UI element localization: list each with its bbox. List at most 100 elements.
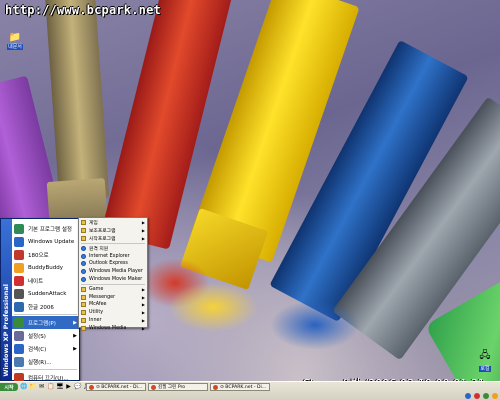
desktop-icon-label: 로컬 xyxy=(479,366,491,372)
system-tray xyxy=(465,392,498,400)
programs-menu-item[interactable]: Messenger ▶ xyxy=(79,293,147,301)
taskbar-window-button[interactable]: ⊙ BCPARK.net - Di... xyxy=(210,383,270,391)
start-menu-banner: Windows XP Professional xyxy=(1,219,12,380)
programs-menu-item-label: Windows Movie Maker xyxy=(89,276,143,282)
taskbar-window-label: ⊙ BCPARK.net - Di... xyxy=(220,384,267,390)
start-menu-item[interactable]: 기본 프로그램 설정 xyxy=(12,222,79,235)
quick-launch-icon[interactable]: ✉ xyxy=(38,383,45,390)
window-icon xyxy=(151,384,156,390)
run-icon xyxy=(14,356,24,367)
programs-menu-item[interactable]: Internet Explorer xyxy=(79,252,147,260)
start-menu-item[interactable]: 180으로 xyxy=(12,248,79,261)
start-menu-separator xyxy=(14,369,77,370)
start-menu-item[interactable]: 한글 2006 xyxy=(12,300,79,313)
windows-update-icon xyxy=(14,236,24,247)
desktop-icon-network[interactable]: 🖧 로컬 xyxy=(472,348,498,372)
start-menu-item[interactable]: 검색(C) ▶ xyxy=(12,342,79,355)
programs-menu-item-label: Outlook Express xyxy=(89,261,128,267)
application-icon xyxy=(81,276,86,282)
start-menu-list: 기본 프로그램 설정 Windows Update 180으로 BuddyBuddy 네… xyxy=(12,222,79,384)
start-menu-item-label: BuddyBuddy xyxy=(28,264,63,271)
desktop-icon-folder[interactable]: 📁 내문서 xyxy=(2,32,28,50)
programs-menu-item-label: McAfee xyxy=(89,302,107,308)
hangul-icon xyxy=(14,301,24,312)
chevron-right-icon: ▶ xyxy=(141,220,145,226)
tray-icon[interactable] xyxy=(492,393,498,399)
programs-menu-item[interactable]: 게임 ▶ xyxy=(79,219,147,227)
folder-icon xyxy=(81,325,86,331)
quick-launch-icon[interactable]: ▶ xyxy=(65,383,72,390)
application-icon xyxy=(81,245,86,251)
app-icon xyxy=(14,249,24,260)
start-menu-item-label: 한글 2006 xyxy=(28,304,54,311)
quick-launch-icon[interactable]: 💬 xyxy=(74,383,81,390)
chevron-right-icon: ▶ xyxy=(141,317,145,323)
programs-menu-item[interactable]: Inner ▶ xyxy=(79,317,147,325)
programs-menu-item-label: 시작프로그램 xyxy=(89,236,116,242)
start-menu-item-label: 설정(S) xyxy=(28,333,46,340)
start-menu-item[interactable]: BuddyBuddy xyxy=(12,261,79,274)
taskbar-window-button[interactable]: 김필 그린 Pro xyxy=(148,383,208,391)
settings-icon xyxy=(14,330,24,341)
folder-icon xyxy=(81,235,86,241)
start-menu: Windows XP Professional 기본 프로그램 설정 Window… xyxy=(0,218,80,384)
tray-icon[interactable] xyxy=(483,393,489,399)
programs-menu-item[interactable]: Windows Movie Maker xyxy=(79,276,147,284)
programs-menu-item[interactable]: 원격 지원 xyxy=(79,244,147,252)
programs-menu-item[interactable]: Utility ▶ xyxy=(79,309,147,317)
start-button[interactable]: 시작 xyxy=(0,383,18,391)
programs-menu-item[interactable]: Game ▶ xyxy=(79,285,147,293)
start-menu-item-label: 180으로 xyxy=(28,252,49,259)
programs-submenu: 게임 ▶ 보조프로그램 ▶ 시작프로그램 ▶ 원격 지원 Internet Explorer O… xyxy=(78,217,148,331)
taskbar-window-label: 김필 그린 Pro xyxy=(158,385,186,390)
programs-menu-item-label: Utility xyxy=(89,310,104,316)
start-menu-item-label: 검색(C) xyxy=(28,346,47,353)
taskbar-window-button[interactable]: ⊙ BCPARK.net - Di... xyxy=(86,383,146,391)
programs-menu-item-label: Windows Media xyxy=(89,325,127,331)
programs-menu-item[interactable]: 보조프로그램 ▶ xyxy=(79,227,147,235)
programs-menu-item[interactable]: Outlook Express xyxy=(79,260,147,268)
programs-menu-item-label: 게임 xyxy=(89,221,98,227)
programs-menu-item-label: Game xyxy=(89,286,104,292)
taskbar: 시작 🌐📁✉📋🖥▶💬🎵🖼🔧◆📝🎮 ⊙ BCPARK.net - Di...김필 … xyxy=(0,381,500,400)
wallpaper-crayon-tan xyxy=(44,0,110,202)
chevron-right-icon: ▶ xyxy=(141,325,145,331)
folder-icon xyxy=(81,220,86,226)
tray-icon[interactable] xyxy=(465,393,471,399)
quick-launch-icon[interactable]: 📋 xyxy=(47,383,54,390)
watermark: http://www.bcpark.net xyxy=(5,3,161,17)
search-icon xyxy=(14,343,24,354)
quick-launch-icon[interactable]: 🖥 xyxy=(56,383,64,390)
programs-menu-item-label: Internet Explorer xyxy=(89,253,130,259)
programs-menu-item[interactable]: Windows Media ▶ xyxy=(79,324,147,332)
nate-icon xyxy=(14,275,24,286)
application-icon xyxy=(81,269,86,275)
quick-launch-icon[interactable]: 🌐 xyxy=(20,383,27,390)
start-menu-item[interactable]: 설정(S) ▶ xyxy=(12,329,79,342)
start-menu-item[interactable]: SuddenAttack xyxy=(12,287,79,300)
network-icon: 🖧 xyxy=(479,350,491,361)
start-menu-item[interactable]: 프로그램(P) ▶ xyxy=(12,316,79,329)
start-menu-item-label: 기본 프로그램 설정 xyxy=(28,226,72,233)
window-icon xyxy=(89,384,94,390)
chevron-right-icon: ▶ xyxy=(73,345,77,352)
quick-launch-icon[interactable]: 📁 xyxy=(29,383,36,390)
programs-menu-item[interactable]: Windows Media Player xyxy=(79,268,147,276)
window-icon xyxy=(213,384,218,390)
chevron-right-icon: ▶ xyxy=(141,286,145,292)
programs-menu-item[interactable]: 시작프로그램 ▶ xyxy=(79,235,147,243)
start-menu-item-label: Windows Update xyxy=(28,238,75,245)
game-icon xyxy=(14,288,24,299)
programs-menu-item[interactable]: McAfee ▶ xyxy=(79,301,147,309)
start-menu-item-label: SuddenAttack xyxy=(28,290,67,297)
programs-menu-item-label: Inner xyxy=(89,317,102,323)
start-menu-item[interactable]: Windows Update xyxy=(12,235,79,248)
folder-icon: 📁 xyxy=(8,32,22,43)
programs-menu-item-label: Windows Media Player xyxy=(89,269,143,275)
programs-icon xyxy=(14,317,24,328)
start-menu-item-label: 네이트 xyxy=(28,278,44,285)
tray-icon[interactable] xyxy=(474,393,480,399)
taskbar-window-label: ⊙ BCPARK.net - Di... xyxy=(96,384,143,390)
start-menu-item[interactable]: 네이트 xyxy=(12,274,79,287)
start-menu-item[interactable]: 실행(R)... xyxy=(12,355,79,368)
